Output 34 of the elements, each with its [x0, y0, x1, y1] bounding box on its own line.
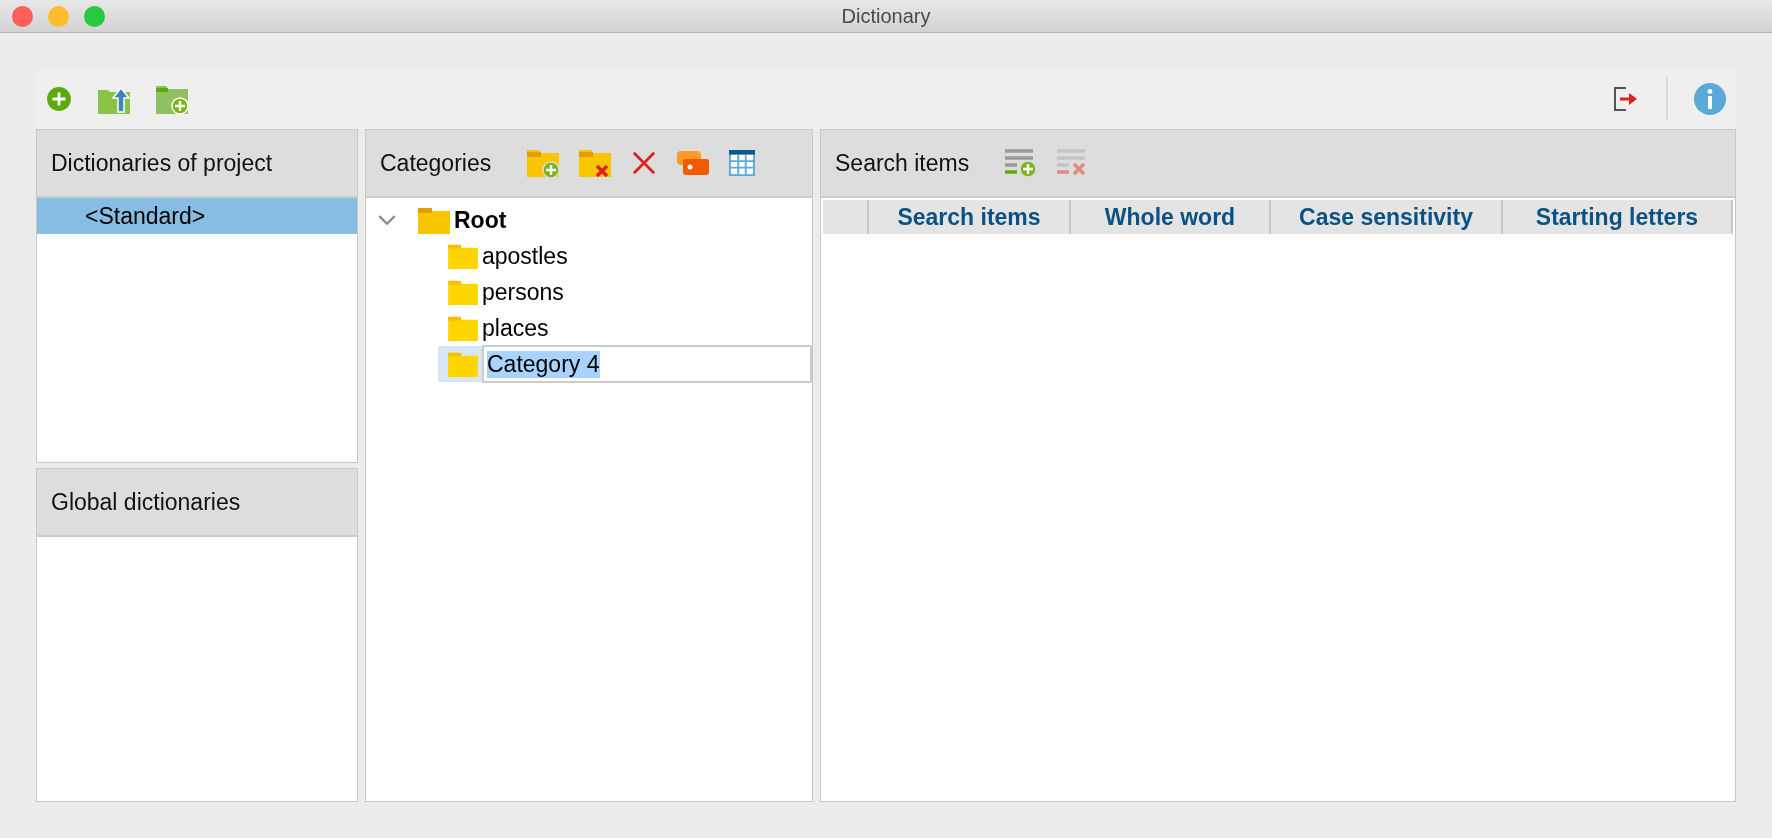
close-button[interactable]	[12, 6, 33, 27]
cards-icon[interactable]	[677, 149, 710, 177]
add-icon[interactable]	[46, 86, 72, 112]
panel-title: Global dictionaries	[51, 488, 241, 516]
folder-icon	[448, 315, 478, 341]
info-icon[interactable]	[1694, 83, 1726, 115]
tree-item[interactable]: places	[448, 310, 812, 346]
list-add-icon[interactable]	[1005, 148, 1038, 178]
column-header[interactable]: Starting letters	[1503, 200, 1733, 234]
zoom-button[interactable]	[84, 6, 105, 27]
chevron-icon[interactable]	[378, 214, 396, 226]
panel-title: Dictionaries of project	[51, 149, 273, 177]
folder-icon	[448, 279, 478, 305]
column-header[interactable]: Search items	[869, 200, 1071, 234]
folder-upload-icon[interactable]	[98, 84, 130, 114]
table-icon[interactable]	[729, 149, 756, 177]
folder-delete-icon[interactable]	[579, 148, 612, 178]
tree-item-editing[interactable]: Category 4	[438, 346, 812, 382]
folder-add-icon[interactable]	[527, 148, 560, 178]
tree-item[interactable]: apostles	[448, 238, 812, 274]
rename-field[interactable]: Category 4	[482, 345, 812, 383]
delete-icon[interactable]	[631, 150, 658, 176]
window-title: Dictionary	[841, 4, 931, 28]
folder-icon	[418, 206, 450, 234]
folder-icon	[448, 243, 478, 269]
tree-item[interactable]: persons	[448, 274, 812, 310]
column-header[interactable]: Case sensitivity	[1271, 200, 1503, 234]
folder-add-icon[interactable]	[156, 84, 188, 114]
panel-title: Search items	[835, 149, 970, 177]
column-header[interactable]: Whole word	[1071, 200, 1271, 234]
panel-title: Categories	[380, 149, 492, 177]
folder-icon	[448, 351, 478, 377]
dictionary-item[interactable]: <Standard>	[37, 198, 357, 234]
tree-item[interactable]: Root	[366, 202, 812, 238]
